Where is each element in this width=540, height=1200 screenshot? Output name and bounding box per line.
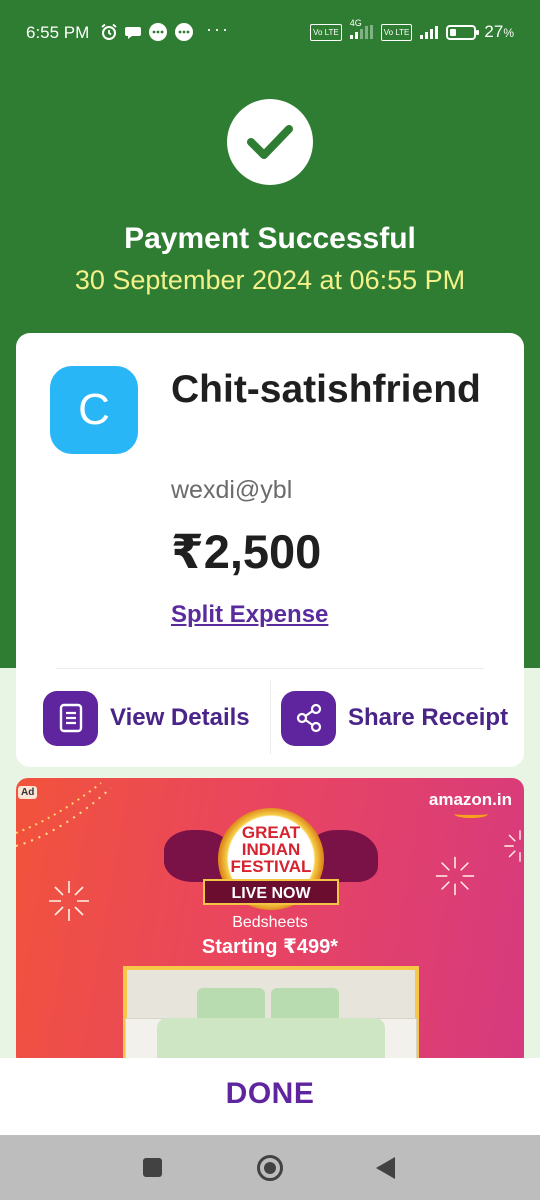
notification-icons xyxy=(100,22,194,42)
ad-label: Ad xyxy=(18,786,38,799)
status-time: 6:55 PM xyxy=(26,23,90,42)
volte-badge-2: Vo LTE xyxy=(380,23,413,41)
message-icon xyxy=(149,23,167,41)
payment-amount: ₹2,500 xyxy=(171,525,322,578)
view-details-button[interactable]: View Details xyxy=(43,690,250,746)
check-icon xyxy=(247,125,293,159)
divider xyxy=(56,668,484,669)
success-check-badge xyxy=(227,99,313,185)
firework-icon xyxy=(504,830,521,862)
battery-fill xyxy=(450,28,457,36)
split-expense-link[interactable]: Split Expense xyxy=(171,601,328,629)
status-bar: 6:55 PM ··· Vo LTE 4G Vo LTE 27% xyxy=(0,0,540,66)
amazon-smile-icon xyxy=(454,810,488,818)
bed-product-image xyxy=(123,966,419,1068)
message-icon xyxy=(175,23,193,41)
home-icon[interactable] xyxy=(257,1155,283,1181)
done-bar: DONE xyxy=(0,1058,540,1135)
ad-price: Starting ₹499* xyxy=(201,936,339,958)
alarm-icon xyxy=(101,23,117,40)
payment-status-title: Payment Successful xyxy=(124,222,416,255)
firework-icon xyxy=(435,856,475,896)
recent-apps-icon[interactable] xyxy=(143,1158,162,1177)
share-receipt-button[interactable]: Share Receipt xyxy=(281,690,509,746)
system-indicators: Vo LTE 4G Vo LTE 27% xyxy=(310,18,514,42)
network-type: 4G xyxy=(349,18,362,28)
payee-name: Chit-satishfriend xyxy=(171,368,481,411)
ad-banner[interactable]: Ad amazon.in GREAT INDIAN FESTIVAL LIVE … xyxy=(16,778,524,1068)
payment-datetime: 30 September 2024 at 06:55 PM xyxy=(74,265,466,295)
battery-percent: 27% xyxy=(484,22,514,41)
system-navigation-bar xyxy=(0,1135,540,1200)
back-icon[interactable] xyxy=(376,1157,395,1179)
done-button[interactable]: DONE xyxy=(0,1077,540,1111)
volte-badge: Vo LTE xyxy=(310,23,342,41)
payment-details-card: C Chit-satishfriend wexdi@ybl ₹2,500 Spl… xyxy=(16,333,524,767)
chat-bubble-icon xyxy=(125,27,141,39)
payee-avatar: C xyxy=(50,366,138,454)
ad-product-name: Bedsheets xyxy=(232,914,308,931)
signal-strength-icon-1: 4G xyxy=(349,18,373,39)
share-receipt-label: Share Receipt xyxy=(348,704,509,731)
divider-vertical xyxy=(270,680,271,754)
share-icon xyxy=(281,690,336,746)
festival-logo-text: GREAT INDIAN FESTIVAL xyxy=(230,823,312,876)
battery-icon xyxy=(446,24,480,40)
signal-strength-icon-2 xyxy=(420,25,439,39)
receipt-doc-icon xyxy=(43,690,98,746)
more-dots-icon: ··· xyxy=(206,19,230,39)
view-details-label: View Details xyxy=(110,704,250,731)
payee-upi-id: wexdi@ybl xyxy=(171,476,293,504)
amazon-logo: amazon.in xyxy=(428,790,512,809)
live-now-banner: LIVE NOW xyxy=(203,879,339,905)
